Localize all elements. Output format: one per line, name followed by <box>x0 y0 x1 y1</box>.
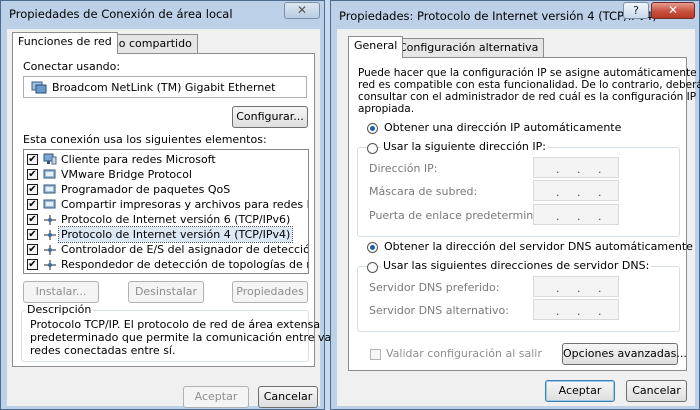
ip-address-field[interactable]: ... <box>533 157 619 178</box>
right-title-bar[interactable]: Propiedades: Protocolo de Internet versi… <box>331 1 699 27</box>
item-checkbox[interactable]: ✔ <box>27 259 38 270</box>
item-checkbox[interactable]: ✔ <box>27 169 38 180</box>
subnet-mask-field[interactable]: ... <box>533 180 619 201</box>
ipv4-properties-window: Propiedades: Protocolo de Internet versi… <box>330 0 700 410</box>
gateway-label: Puerta de enlace predeterminada: <box>369 209 558 222</box>
properties-button[interactable]: Propiedades <box>232 281 308 303</box>
list-item[interactable]: ✔ Controlador de E/S del asignador de det… <box>27 242 308 257</box>
network-service-icon <box>43 199 56 209</box>
dns-auto-label[interactable]: Obtener la dirección del servidor DNS au… <box>384 240 693 253</box>
protocol-icon <box>44 230 56 240</box>
item-checkbox[interactable]: ✔ <box>27 154 38 165</box>
right-client-area: General Configuración alternativa Puede … <box>337 29 700 406</box>
dns-preferred-label: Servidor DNS preferido: <box>369 281 500 294</box>
configure-button[interactable]: Configurar... <box>232 106 308 128</box>
ip-manual-label[interactable]: Usar la siguiente dirección IP: <box>381 140 548 153</box>
help-icon: ? <box>633 4 639 17</box>
description-line-1: Protocolo TCP/IP. El protocolo de red de… <box>30 318 321 331</box>
dns-preferred-field[interactable]: ... <box>533 276 619 297</box>
item-label: VMware Bridge Protocol <box>61 168 192 181</box>
tab-general[interactable]: General <box>348 36 404 58</box>
dns-alternate-label: Servidor DNS alternativo: <box>369 304 509 317</box>
item-checkbox[interactable]: ✔ <box>27 244 38 255</box>
info-line-4: apropiada. <box>358 103 415 115</box>
right-close-button[interactable]: ✕ <box>651 2 695 19</box>
adapter-name: Broadcom NetLink (TM) Gigabit Ethernet <box>52 81 276 94</box>
network-adapter-icon <box>31 81 47 94</box>
connect-using-label: Conectar usando: <box>23 60 121 73</box>
list-item[interactable]: ✔ Protocolo de Internet versión 4 (TCP/IP… <box>27 226 305 243</box>
dns-alternate-field[interactable]: ... <box>533 299 619 320</box>
item-label: Programador de paquetes QoS <box>61 183 231 196</box>
list-item[interactable]: ✔ Respondedor de detección de topologías … <box>27 257 308 272</box>
help-button[interactable]: ? <box>623 2 649 19</box>
uninstall-button[interactable]: Desinstalar <box>128 281 204 303</box>
right-window-title: Propiedades: Protocolo de Internet versi… <box>339 9 657 23</box>
description-line-2: predeterminado que permite la comunicaci… <box>30 331 352 344</box>
right-cancel-button[interactable]: Cancelar <box>626 380 687 402</box>
item-checkbox[interactable]: ✔ <box>27 214 38 225</box>
dns-auto-radio[interactable] <box>367 242 378 253</box>
item-checkbox[interactable]: ✔ <box>27 229 38 240</box>
ip-address-label: Dirección IP: <box>369 162 438 175</box>
close-icon: ✕ <box>296 3 308 17</box>
lan-properties-window: Propiedades de Conexión de área local ✕ … <box>0 0 351 410</box>
tab-label: Funciones de red <box>18 35 112 48</box>
install-button[interactable]: Instalar... <box>23 281 99 303</box>
ip-auto-radio[interactable] <box>367 123 378 134</box>
left-close-button[interactable]: ✕ <box>284 2 320 19</box>
tab-label: Uso compartido <box>105 37 192 50</box>
left-title-bar[interactable]: Propiedades de Conexión de área local ✕ <box>1 1 324 27</box>
validate-checkbox[interactable] <box>370 349 381 360</box>
left-window-title: Propiedades de Conexión de área local <box>9 7 233 21</box>
item-label: Controlador de E/S del asignador de dete… <box>61 243 308 256</box>
description-label: Descripción <box>25 303 94 316</box>
adapter-field: Broadcom NetLink (TM) Gigabit Ethernet <box>23 76 307 98</box>
network-service-icon <box>43 184 56 194</box>
list-item[interactable]: ✔ Cliente para redes Microsoft <box>27 152 305 167</box>
validate-label[interactable]: Validar configuración al salir <box>386 347 542 360</box>
dns-manual-radio[interactable] <box>367 262 378 273</box>
ip-auto-label[interactable]: Obtener una dirección IP automáticamente <box>384 121 621 134</box>
tab-label: General <box>354 39 398 52</box>
protocol-icon <box>44 215 56 225</box>
left-accept-button[interactable]: Aceptar <box>183 386 249 408</box>
network-functions-panel: Conectar usando: Broadcom NetLink (TM) G… <box>12 53 351 367</box>
dns-manual-group <box>357 266 680 332</box>
elements-label: Esta conexión usa los siguientes element… <box>23 133 267 146</box>
list-item[interactable]: ✔ Programador de paquetes QoS <box>27 182 305 197</box>
left-client-area: Funciones de red Uso compartido Conectar… <box>7 29 351 408</box>
close-icon: ✕ <box>667 3 679 17</box>
item-label: Protocolo de Internet versión 4 (TCP/IPv… <box>57 226 294 243</box>
item-checkbox[interactable]: ✔ <box>27 184 38 195</box>
tab-network-functions[interactable]: Funciones de red <box>12 32 118 54</box>
network-client-icon <box>43 153 57 165</box>
description-line-3: redes conectadas entre sí. <box>30 344 176 357</box>
item-label: Protocolo de Internet versión 6 (TCP/IPv… <box>61 213 291 226</box>
network-components-list[interactable]: ✔ Cliente para redes Microsoft ✔ VMware Bri… <box>23 149 309 274</box>
info-line-2: red es compatible con esta funcionalidad… <box>358 79 700 91</box>
tab-alternate-config[interactable]: Configuración alternativa <box>393 38 545 58</box>
ip-manual-radio[interactable] <box>367 143 378 154</box>
item-label: Respondedor de detección de topologías d… <box>61 258 308 271</box>
general-panel: Puede hacer que la configuración IP se a… <box>348 57 700 371</box>
network-service-icon <box>43 169 56 179</box>
tab-label: Configuración alternativa <box>399 41 539 54</box>
advanced-options-button[interactable]: Opciones avanzadas... <box>562 343 687 365</box>
dns-manual-label[interactable]: Usar las siguientes direcciones de servi… <box>381 259 652 272</box>
protocol-icon <box>44 260 56 270</box>
list-item[interactable]: ✔ Compartir impresoras y archivos para re… <box>27 197 308 212</box>
item-label: Cliente para redes Microsoft <box>61 153 216 166</box>
protocol-icon <box>44 245 56 255</box>
subnet-mask-label: Máscara de subred: <box>369 185 478 198</box>
info-line-1: Puede hacer que la configuración IP se a… <box>358 67 700 79</box>
gateway-field[interactable]: ... <box>533 204 619 225</box>
item-label: Compartir impresoras y archivos para red… <box>61 198 308 211</box>
list-item[interactable]: ✔ Protocolo de Internet versión 6 (TCP/IP… <box>27 212 305 227</box>
right-accept-button[interactable]: Aceptar <box>545 380 615 402</box>
info-line-3: consultar con el administrador de red cu… <box>358 91 697 103</box>
item-checkbox[interactable]: ✔ <box>27 199 38 210</box>
list-item[interactable]: ✔ VMware Bridge Protocol <box>27 167 305 182</box>
left-cancel-button[interactable]: Cancelar <box>258 386 318 408</box>
